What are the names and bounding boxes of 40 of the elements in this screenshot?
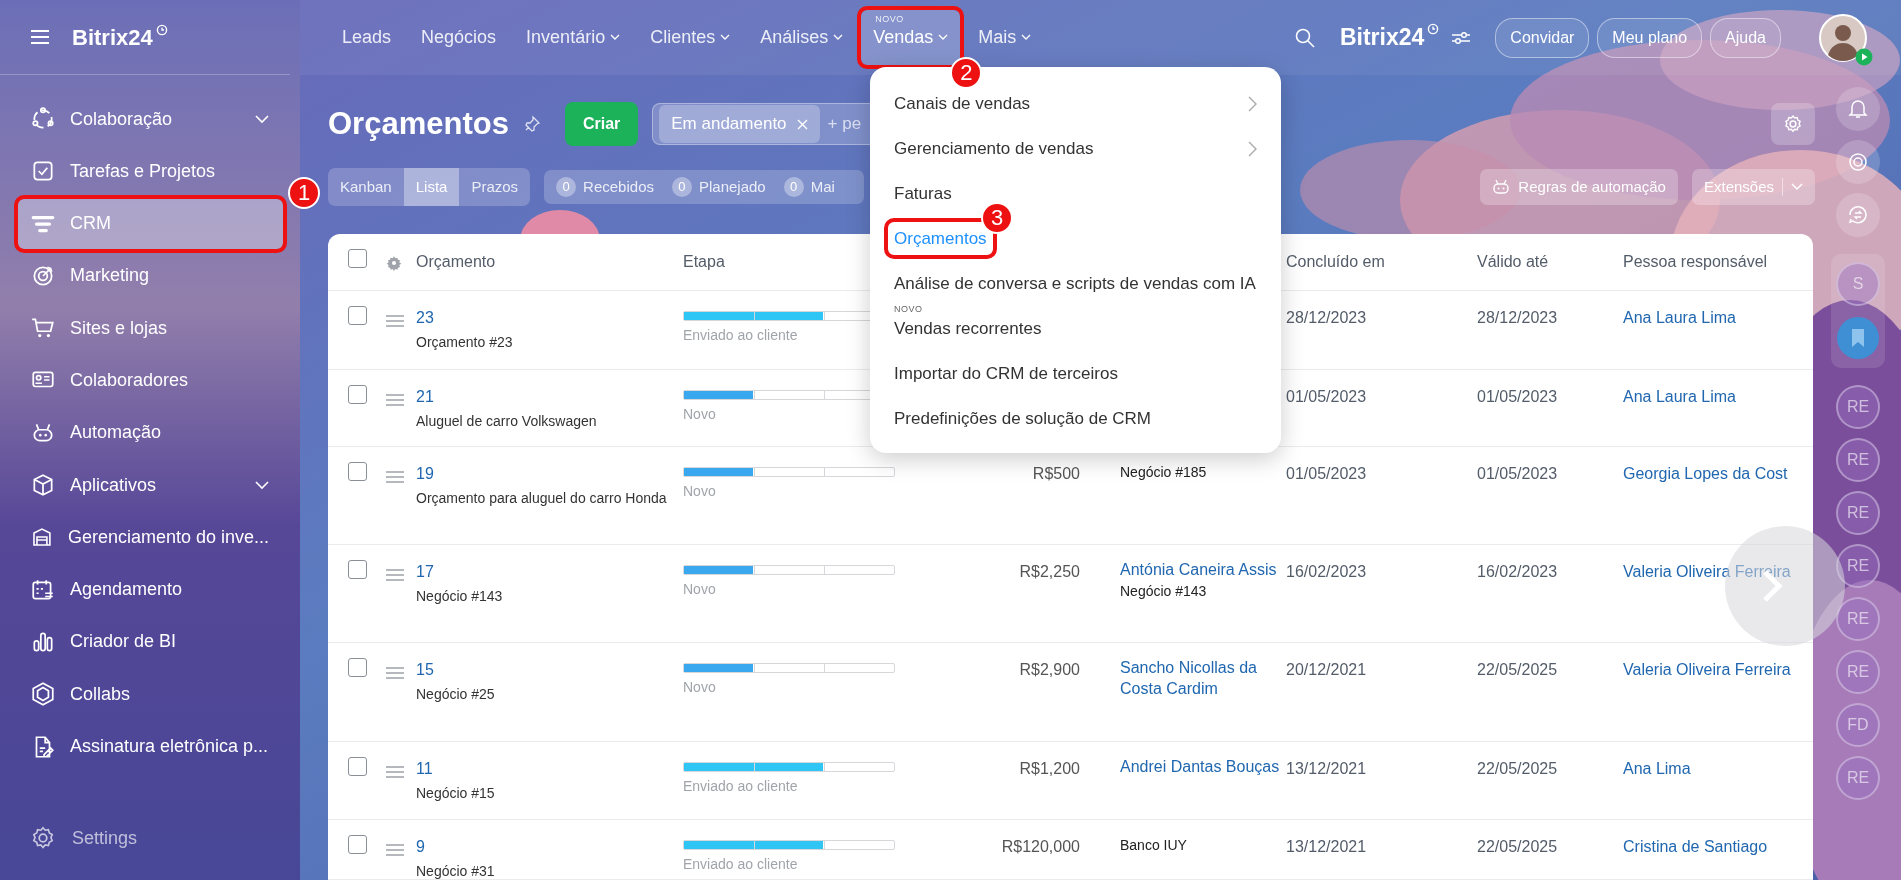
new-label: NOVO — [875, 13, 904, 26]
stage-label: Novo — [683, 405, 717, 424]
stage-label: Enviado ao cliente — [683, 855, 799, 874]
date: 16/02/2023 — [1286, 563, 1367, 580]
date: 22/05/2025 — [1477, 838, 1558, 855]
date: 22/05/2025 — [1477, 760, 1558, 777]
amount: R$2,250 — [1019, 563, 1080, 580]
date: 13/12/2021 — [1286, 838, 1367, 855]
date: 13/12/2021 — [1286, 760, 1367, 777]
amount: R$2,900 — [1019, 661, 1080, 678]
date: 01/05/2023 — [1286, 388, 1367, 405]
quote-title: Negócio #31 — [416, 863, 495, 879]
date: 16/02/2023 — [1477, 563, 1558, 580]
stage-label: Novo — [683, 580, 717, 599]
date: 01/05/2023 — [1477, 465, 1558, 482]
stage-label: Enviado ao cliente — [683, 777, 799, 796]
amount: R$1,200 — [1019, 760, 1080, 777]
date: 28/12/2023 — [1477, 309, 1558, 326]
stage-label: Novo — [683, 678, 717, 697]
quote-title: Aluguel de carro Volkswagen — [416, 413, 597, 429]
amount: R$500 — [1032, 465, 1080, 482]
stage-label: Novo — [683, 482, 717, 501]
client-note: Banco IUY — [1120, 836, 1188, 855]
quote-title: Orçamento para aluguel do carro Honda — [416, 490, 667, 506]
page-title: Orçamentos — [328, 105, 509, 143]
quote-title: Orçamento #23 — [416, 334, 513, 350]
callout-badge: 3 — [981, 202, 1013, 234]
date: 01/05/2023 — [1286, 465, 1367, 482]
amount: R$120,000 — [1001, 838, 1080, 855]
new-label: NOVO — [894, 302, 923, 316]
quote-title: Negócio #15 — [416, 785, 495, 801]
date: 28/12/2023 — [1286, 309, 1367, 326]
date: 20/12/2021 — [1286, 661, 1367, 678]
date: 01/05/2023 — [1477, 388, 1558, 405]
stage-label: Enviado ao cliente — [683, 326, 799, 345]
client-note: Negócio #185 — [1120, 463, 1208, 482]
quote-title: Negócio #143 — [416, 588, 503, 604]
quote-title: Negócio #25 — [416, 686, 495, 702]
date: 22/05/2025 — [1477, 661, 1558, 678]
client-note: Negócio #143 — [1120, 581, 1208, 601]
